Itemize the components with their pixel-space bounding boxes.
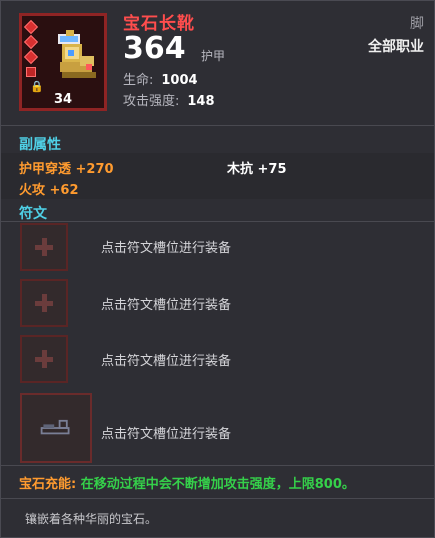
rune-slot-1[interactable] [20,223,68,271]
substat-fire-attack: 火攻 +62 [19,183,79,198]
plus-icon-stem [42,294,47,312]
plus-icon-stem [42,350,47,368]
plus-icon-stem [42,238,47,256]
gem-socket-column [23,19,39,82]
stat-label: 生命: [123,73,154,88]
runes-title: 符文 [19,206,47,222]
gem-icon [23,34,39,50]
effect-text: 在移动过程中会不断增加攻击强度，上限800。 [80,477,355,492]
divider [1,125,434,126]
sub-attributes-title: 副属性 [19,137,61,153]
class-requirement: 全部职业 [368,39,424,55]
effect-label: 宝石充能: [19,477,77,492]
item-level: 34 [53,92,73,107]
item-tooltip-panel: 🔒 34 宝石长靴 脚 全部职业 364 护甲 生命: 1004 攻击强度: 148… [0,0,435,538]
rune-slot-2-text[interactable]: 点击符文槽位进行装备 [101,294,231,313]
rune-slot-4[interactable] [20,393,92,463]
rune-slot-3[interactable] [20,335,68,383]
substat-wood-resist: 木抗 +75 [227,162,287,177]
stat-value: 1004 [161,73,198,88]
divider [1,465,434,466]
gem-icon [23,49,39,65]
item-description: 镶嵌着各种华丽的宝石。 [25,512,158,526]
rune-slot-4-text[interactable]: 点击符文槽位进行装备 [101,423,231,442]
divider [1,221,434,222]
stat-value: 148 [187,94,215,109]
substat-armor-pen: 护甲穿透 +270 [19,162,114,177]
boot-rune-icon [40,419,70,435]
gem-icon [23,19,39,35]
armor-value: 364 [123,31,186,66]
rune-slot-1-text[interactable]: 点击符文槽位进行装备 [101,237,231,256]
rune-slot-3-text[interactable]: 点击符文槽位进行装备 [101,350,231,369]
gem-charge-effect: 宝石充能: 在移动过程中会不断增加攻击强度，上限800。 [19,473,355,492]
rune-slot-2[interactable] [20,279,68,327]
item-slot: 脚 [410,16,424,32]
stat-label: 攻击强度: [123,94,180,109]
gem-boots-icon [58,30,96,78]
gem-icon [26,67,36,77]
divider [1,498,434,499]
stat-attack: 攻击强度: 148 [123,90,215,109]
armor-label: 护甲 [201,49,226,63]
item-icon-frame[interactable]: 🔒 34 [19,13,107,111]
stat-hp: 生命: 1004 [123,69,198,88]
